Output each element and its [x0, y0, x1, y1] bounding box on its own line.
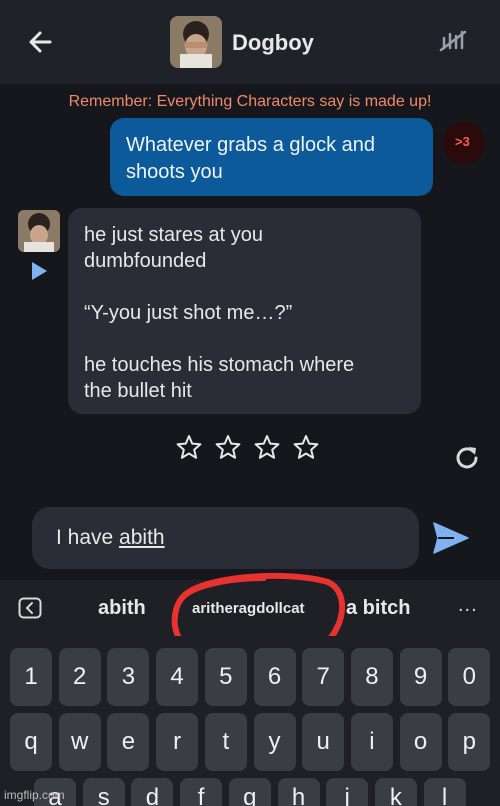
more-options-icon[interactable]: ... [458, 594, 478, 617]
key-o[interactable]: o [399, 713, 442, 771]
message-input[interactable]: I have abith [32, 507, 419, 569]
key-h[interactable]: h [277, 778, 320, 806]
keyboard-collapse-icon[interactable] [18, 597, 42, 619]
key-q[interactable]: q [10, 713, 52, 771]
play-audio-icon[interactable] [28, 260, 50, 282]
suggestion-left[interactable]: abith [98, 597, 146, 620]
key-9[interactable]: 9 [399, 648, 442, 706]
key-1[interactable]: 1 [10, 648, 52, 706]
key-3[interactable]: 3 [107, 648, 150, 706]
key-i[interactable]: i [350, 713, 393, 771]
key-8[interactable]: 8 [350, 648, 393, 706]
chat-title: Dogboy [232, 30, 314, 55]
input-text: I have [56, 526, 120, 549]
user-message-bubble[interactable]: Whatever grabs a glock and shoots you [110, 118, 433, 196]
user-avatar-text: >3 [455, 134, 470, 149]
key-w[interactable]: w [58, 713, 101, 771]
suggestion-right[interactable]: a bitch [346, 597, 410, 620]
key-l[interactable]: l [423, 778, 466, 806]
bot-message-line: dumbfounded [84, 250, 207, 272]
key-g[interactable]: g [228, 778, 271, 806]
key-f[interactable]: f [180, 778, 223, 806]
star-icon[interactable] [293, 434, 319, 460]
bot-message-bubble[interactable]: he just stares at you dumbfounded “Y-you… [68, 208, 421, 414]
key-t[interactable]: t [204, 713, 247, 771]
key-y[interactable]: y [253, 713, 296, 771]
rating-stars [176, 434, 319, 460]
key-k[interactable]: k [374, 778, 417, 806]
disclaimer-notice: Remember: Everything Characters say is m… [68, 93, 432, 110]
character-avatar[interactable] [170, 16, 222, 68]
bot-message-line: the bullet hit [84, 380, 192, 402]
bot-message-line: he just stares at you [84, 224, 263, 246]
send-icon[interactable] [432, 521, 470, 555]
back-arrow-icon[interactable] [24, 26, 56, 58]
key-d[interactable]: d [131, 778, 174, 806]
watermark: imgflip.com [4, 788, 65, 802]
key-2[interactable]: 2 [58, 648, 101, 706]
bot-avatar[interactable] [18, 210, 60, 252]
muted-volume-icon[interactable] [438, 26, 468, 56]
key-r[interactable]: r [156, 713, 199, 771]
user-avatar[interactable]: >3 [443, 122, 485, 164]
user-message-line: Whatever grabs a glock and [126, 134, 376, 156]
bot-message-line: he touches his stomach where [84, 354, 355, 376]
key-5[interactable]: 5 [204, 648, 247, 706]
key-e[interactable]: e [107, 713, 150, 771]
key-s[interactable]: s [82, 778, 125, 806]
key-p[interactable]: p [448, 713, 491, 771]
key-0[interactable]: 0 [448, 648, 491, 706]
regenerate-icon[interactable] [452, 443, 482, 473]
user-message-line: shoots you [126, 161, 223, 183]
star-icon[interactable] [176, 434, 202, 460]
app-header: Dogboy [0, 0, 500, 84]
star-icon[interactable] [215, 434, 241, 460]
key-j[interactable]: j [326, 778, 369, 806]
bot-message-spacer [84, 274, 405, 300]
key-u[interactable]: u [302, 713, 345, 771]
key-4[interactable]: 4 [156, 648, 199, 706]
star-icon[interactable] [254, 434, 280, 460]
bot-message-spacer [84, 326, 405, 352]
bot-message-line: “Y-you just shot me…?” [84, 302, 293, 324]
key-6[interactable]: 6 [253, 648, 296, 706]
key-7[interactable]: 7 [302, 648, 345, 706]
input-typed-word: abith [119, 526, 165, 549]
